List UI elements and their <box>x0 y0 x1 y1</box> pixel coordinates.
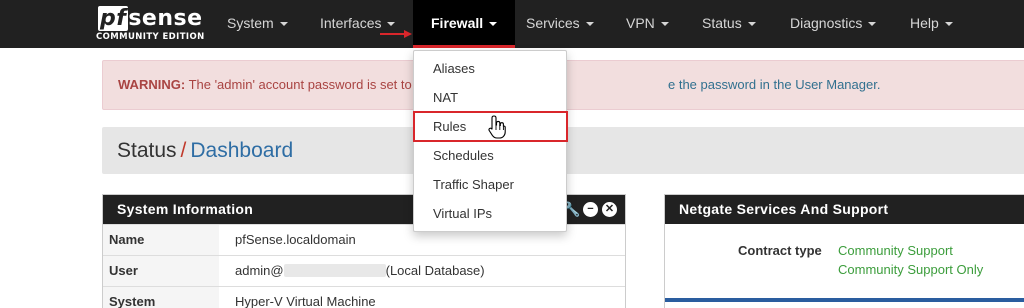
close-icon[interactable]: ✕ <box>602 201 617 217</box>
row-label: User <box>103 256 219 286</box>
menu-item-aliases[interactable]: Aliases <box>414 54 566 83</box>
nav-diagnostics[interactable]: Diagnostics <box>790 0 877 48</box>
row-value: pfSense.localdomain <box>235 232 356 247</box>
breadcrumb-separator: / <box>180 139 187 162</box>
panel-header: Netgate Services And Support <box>665 195 1024 224</box>
caret-down-icon <box>747 22 756 26</box>
top-navbar: pfsense COMMUNITY EDITION System Interfa… <box>0 0 1024 48</box>
row-label: Name <box>103 225 219 255</box>
minimize-icon[interactable]: − <box>583 201 598 217</box>
contract-type-detail: Community Support Only <box>838 262 984 277</box>
page-title: Status / Dashboard <box>117 139 293 163</box>
nav-firewall[interactable]: Firewall <box>413 0 516 48</box>
table-row: User admin@ (Local Database) <box>103 255 625 286</box>
logo-wordmark: pfsense <box>98 6 203 31</box>
caret-down-icon <box>868 22 877 26</box>
table-row: System Hyper-V Virtual Machine <box>103 286 625 308</box>
firewall-dropdown-menu: Aliases NAT Rules Schedules Traffic Shap… <box>413 50 568 232</box>
logo-edition: COMMUNITY EDITION <box>96 32 205 42</box>
nav-services[interactable]: Services <box>526 0 594 48</box>
breadcrumb-current[interactable]: Dashboard <box>190 139 293 162</box>
nav-status[interactable]: Status <box>702 0 756 48</box>
panel-title: System Information <box>117 201 254 217</box>
panel-divider <box>665 298 1024 302</box>
caret-down-icon <box>660 22 669 26</box>
contract-type-label: Contract type <box>738 243 822 258</box>
netgate-support-panel: Netgate Services And Support Contract ty… <box>664 194 1024 308</box>
hand-pointer-icon <box>488 115 506 139</box>
pfsense-logo[interactable]: pfsense COMMUNITY EDITION <box>96 6 204 44</box>
panel-title: Netgate Services And Support <box>679 201 889 217</box>
contract-type-value: Community Support <box>838 243 953 258</box>
row-value: Hyper-V Virtual Machine <box>235 294 376 308</box>
menu-item-traffic-shaper[interactable]: Traffic Shaper <box>414 170 566 199</box>
nav-system[interactable]: System <box>227 0 288 48</box>
caret-down-icon <box>944 22 953 26</box>
nav-vpn[interactable]: VPN <box>626 0 669 48</box>
red-arrow-icon <box>380 30 412 38</box>
alert-message: WARNING: The 'admin' account password is… <box>118 77 412 92</box>
caret-down-icon <box>387 22 396 26</box>
caret-down-icon <box>585 22 594 26</box>
menu-item-nat[interactable]: NAT <box>414 83 566 112</box>
menu-item-schedules[interactable]: Schedules <box>414 141 566 170</box>
redacted-ip <box>283 264 386 277</box>
menu-item-virtual-ips[interactable]: Virtual IPs <box>414 199 566 228</box>
caret-down-icon <box>279 22 288 26</box>
caret-down-icon <box>489 22 498 26</box>
panel-controls: 🔧 − ✕ <box>563 201 617 217</box>
nav-interfaces[interactable]: Interfaces <box>320 0 396 48</box>
row-value: admin@ (Local Database) <box>235 263 485 278</box>
breadcrumb-parent[interactable]: Status <box>117 139 177 162</box>
nav-help[interactable]: Help <box>910 0 953 48</box>
row-label: System <box>103 287 219 308</box>
user-manager-link[interactable]: e the password in the User Manager. <box>668 77 880 92</box>
